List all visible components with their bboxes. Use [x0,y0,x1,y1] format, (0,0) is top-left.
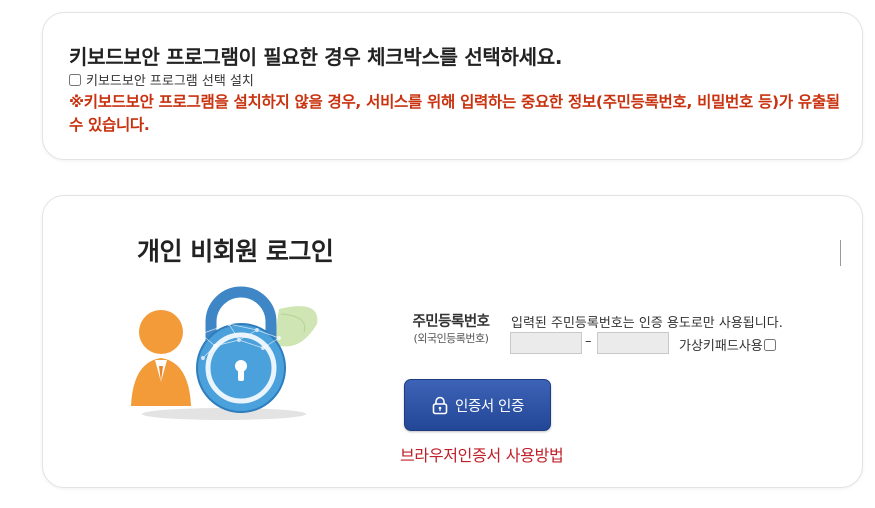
id-usage-notice: 입력된 주민등록번호는 인증 용도로만 사용됩니다. [511,316,783,331]
id-number-label: 주민등록번호 [412,314,490,330]
id-number-back-input[interactable] [597,332,669,354]
keyboard-security-warning: ※키보드보안 프로그램을 설치하지 않을 경우, 서비스를 위해 입력하는 중요… [69,93,840,134]
id-separator: – [585,334,592,349]
keyboard-security-panel: 키보드보안 프로그램이 필요한 경우 체크박스를 선택하세요. 키보드보안 프로… [42,12,863,160]
login-title: 개인 비회원 로그인 [137,237,334,266]
certificate-auth-button-label: 인증서 인증 [455,398,524,415]
lock-icon [432,396,448,414]
keyboard-security-checkbox[interactable] [69,73,81,86]
person-lock-illustration [131,286,318,420]
keyboard-security-checkbox-label[interactable]: 키보드보안 프로그램 선택 설치 [86,70,254,89]
id-number-front-input[interactable] [510,332,582,354]
certificate-help-link[interactable]: 브라우저인증서 사용방법 [400,442,564,466]
virtual-keypad-label[interactable]: 가상키패드사용 [679,335,763,354]
virtual-keypad-option: 가상키패드사용 [679,335,776,354]
virtual-keypad-checkbox[interactable] [763,338,776,351]
divider [840,240,841,266]
foreigner-id-sublabel: (외국인등록번호) [413,332,489,345]
login-panel: 개인 비회원 로그인 주민등록번호 (외국인등록번호) 입력된 주민등록번호는 … [42,195,863,488]
keyboard-security-title: 키보드보안 프로그램이 필요한 경우 체크박스를 선택하세요. [69,45,563,69]
keyboard-security-option: 키보드보안 프로그램 선택 설치 [69,70,254,89]
certificate-auth-button[interactable]: 인증서 인증 [404,379,551,431]
